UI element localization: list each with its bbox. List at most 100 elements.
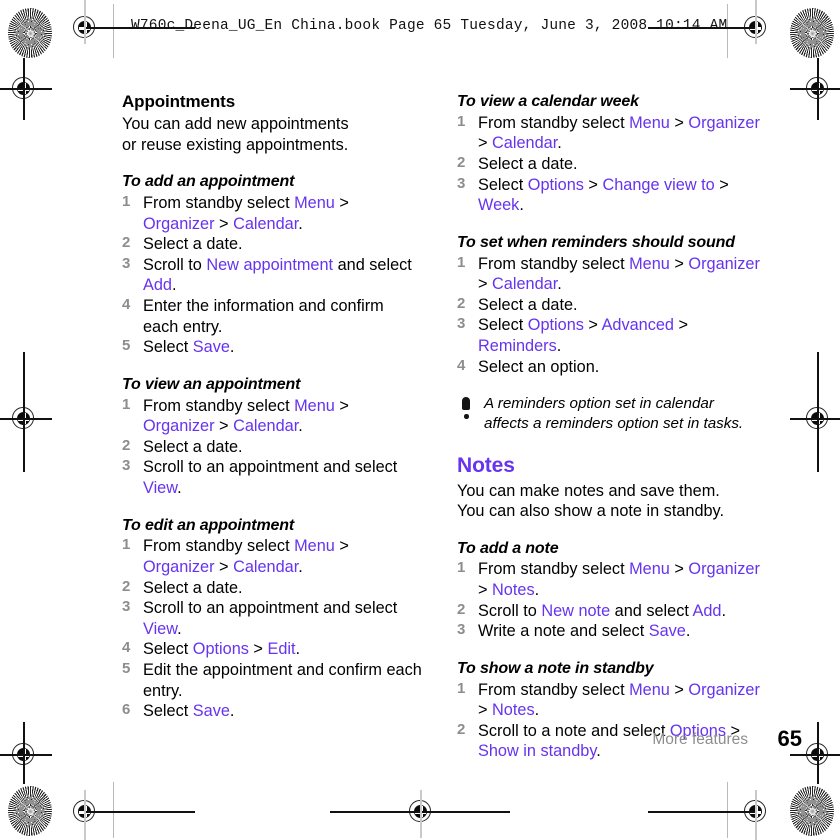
ui-term-link[interactable]: Menu	[629, 681, 670, 699]
ui-term-link[interactable]: Calendar	[492, 275, 557, 293]
ui-term-link[interactable]: Organizer	[688, 560, 760, 578]
notes-intro-line-2: You can also show a note in standby.	[457, 502, 725, 521]
step-number: 3	[457, 174, 466, 192]
procedure-title-view-calendar-week: To view a calendar week	[457, 93, 639, 110]
ui-term-link[interactable]: Menu	[294, 537, 335, 555]
step-text: >	[334, 396, 349, 415]
step-text: Select	[143, 640, 193, 659]
ui-term-link[interactable]: Menu	[629, 255, 670, 273]
section-heading-appointments: Appointments	[122, 92, 236, 111]
ui-term-link[interactable]: Options	[528, 176, 584, 194]
procedure-steps-show-note-standby: 1 From standby select Menu > Organizer > …	[457, 680, 762, 762]
step-text: .	[229, 338, 235, 357]
ui-term-link[interactable]: Organizer	[143, 558, 215, 576]
ui-term-link[interactable]: Options	[193, 640, 249, 658]
step-text: >	[478, 701, 493, 720]
step-text: From standby select	[143, 396, 295, 415]
step-text: .	[295, 640, 301, 659]
procedure-step: 1 From standby select Menu > Organizer > …	[457, 113, 762, 154]
step-text: Scroll to	[478, 601, 542, 620]
procedure-steps-edit-appointment: 1 From standby select Menu > Organizer > …	[122, 536, 422, 721]
step-text: Select a date.	[143, 235, 243, 254]
procedure-step: 1 From standby select Menu > Organizer > …	[457, 680, 762, 721]
ui-term-link[interactable]: Organizer	[688, 255, 760, 273]
procedure-step: 5 Select Save.	[122, 337, 422, 358]
step-text: Scroll to a note and select	[478, 721, 670, 740]
procedure-step: 2 Scroll to New note and select Add.	[457, 601, 762, 622]
rule-top-left-vertical	[84, 0, 86, 44]
ui-term-link[interactable]: Menu	[294, 194, 335, 212]
step-number: 1	[122, 536, 131, 554]
ui-term-link[interactable]: Week	[478, 196, 519, 214]
exclamation-icon	[460, 397, 473, 421]
ui-term-link[interactable]: Add	[693, 602, 722, 620]
step-text: .	[557, 134, 562, 153]
ui-term-link[interactable]: Save	[649, 622, 686, 640]
ui-term-link[interactable]: Calendar	[233, 215, 298, 233]
ui-term-link[interactable]: Organizer	[143, 417, 215, 435]
ui-term-link[interactable]: Menu	[629, 114, 670, 132]
step-text: Write a note and select	[478, 622, 649, 641]
ui-term-link[interactable]: Calendar	[233, 417, 298, 435]
rule-bottom-left	[85, 811, 195, 813]
step-number: 3	[122, 598, 131, 616]
ui-term-link[interactable]: Change view to	[602, 176, 714, 194]
step-text: >	[478, 581, 493, 600]
note-line-1: A reminders option set in calendar	[484, 395, 714, 413]
step-text: >	[248, 640, 268, 659]
step-text: .	[685, 622, 691, 641]
rule-bottom-right-vertical	[755, 790, 757, 840]
step-text: .	[177, 479, 182, 498]
procedure-step: 3 Scroll to an appointment and select Vie…	[122, 598, 422, 639]
ui-term-link[interactable]: Calendar	[233, 558, 298, 576]
ui-term-link[interactable]: New note	[541, 602, 610, 620]
ui-term-link[interactable]: Add	[143, 276, 172, 294]
rule-right-lower	[790, 754, 840, 756]
procedure-step: 4 Select an option.	[457, 357, 762, 378]
step-number: 3	[457, 621, 466, 639]
procedure-step: 2 Select a date.	[457, 154, 762, 175]
ui-term-link[interactable]: Notes	[492, 701, 535, 719]
rule-right-middle	[790, 418, 840, 420]
ui-term-link[interactable]: Advanced	[602, 316, 674, 334]
ui-term-link[interactable]: Organizer	[143, 215, 215, 233]
procedure-step: 2 Select a date.	[122, 437, 422, 458]
procedure-title-set-reminders: To set when reminders should sound	[457, 233, 735, 251]
step-text: Select	[478, 175, 528, 194]
procedure-step: 1 From standby select Menu > Organizer > …	[122, 396, 422, 437]
step-text: .	[229, 702, 235, 721]
ui-term-link[interactable]: Edit	[267, 640, 295, 658]
step-text: Select a date.	[143, 578, 243, 597]
ui-term-link[interactable]: Organizer	[688, 114, 760, 132]
step-number: 1	[457, 253, 466, 271]
procedure-title-add-appointment: To add an appointment	[122, 173, 295, 191]
ui-term-link[interactable]: Options	[528, 316, 584, 334]
step-text: >	[334, 537, 349, 556]
step-text: From standby select	[478, 680, 630, 699]
ui-term-link[interactable]: Menu	[294, 397, 335, 415]
step-number: 2	[457, 154, 466, 172]
ui-term-link[interactable]: Save	[193, 338, 230, 356]
step-number: 1	[457, 679, 466, 697]
procedure-step: 2 Select a date.	[122, 578, 422, 599]
procedure-steps-view-appointment: 1 From standby select Menu > Organizer > …	[122, 396, 422, 499]
step-text: Select	[143, 702, 193, 721]
right-column: To view a calendar week 1 From standby se…	[457, 92, 762, 762]
ui-term-link[interactable]: Calendar	[492, 134, 557, 152]
step-text: Select	[143, 338, 193, 357]
ui-term-link[interactable]: View	[143, 479, 177, 497]
ui-term-link[interactable]: Menu	[629, 560, 670, 578]
ui-term-link[interactable]: Save	[193, 702, 230, 720]
ui-term-link[interactable]: Show in standby	[478, 742, 596, 760]
ui-term-link[interactable]: Reminders	[478, 337, 557, 355]
step-number: 5	[122, 660, 131, 678]
ui-term-link[interactable]: New appointment	[206, 256, 333, 274]
step-text: >	[714, 175, 729, 194]
step-text: .	[556, 337, 562, 356]
ui-term-link[interactable]: Notes	[492, 581, 535, 599]
rule-right-upper	[790, 88, 840, 90]
step-number: 4	[122, 639, 131, 657]
ui-term-link[interactable]: Organizer	[688, 681, 760, 699]
ui-term-link[interactable]: View	[143, 620, 177, 638]
procedure-step: 1 From standby select Menu > Organizer > …	[457, 254, 762, 295]
